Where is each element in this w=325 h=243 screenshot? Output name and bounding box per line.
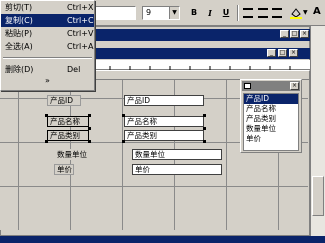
menu-item-label: 剪切(T) (5, 3, 33, 12)
close-button[interactable]: × (290, 82, 299, 90)
font-size-value: 9 (146, 8, 152, 17)
menu-item-label: 粘贴(P) (5, 29, 33, 38)
menu-item-label: 复制(C) (5, 16, 33, 25)
field-quantity-unit[interactable]: 数量单位 (132, 149, 222, 160)
minimize-button[interactable]: _ (267, 49, 276, 57)
field-list-item[interactable]: 单价 (244, 134, 298, 144)
font-size-combo[interactable]: 9 ▼ (142, 6, 180, 20)
menu-item-paste[interactable]: 粘贴(P) Ctrl+V (1, 27, 94, 40)
close-button[interactable]: × (289, 49, 298, 57)
selection-handle[interactable] (122, 114, 125, 117)
field-list-item[interactable]: 产品类别 (244, 114, 298, 124)
font-color-icon[interactable]: A (313, 6, 325, 20)
selection-handle[interactable] (88, 114, 91, 117)
chevron-down-icon[interactable]: ▼ (303, 9, 308, 16)
underline-button[interactable]: U (219, 6, 233, 20)
menu-item-delete[interactable]: 删除(D) Del (1, 63, 94, 76)
field-list-item[interactable]: 产品名称 (244, 104, 298, 114)
selection-handle[interactable] (203, 140, 206, 143)
edit-menu: 剪切(T) Ctrl+X 复制(C) Ctrl+C 粘贴(P) Ctrl+V 全… (0, 0, 95, 91)
field-list-item[interactable]: 产品ID (244, 94, 298, 104)
menu-item-select-all[interactable]: 全选(A) Ctrl+A (1, 40, 94, 53)
toolbar-separator (237, 5, 239, 21)
label-unit-price[interactable]: 单价 (54, 164, 74, 175)
design-window-titlebar: _ □ × (60, 29, 310, 41)
minimize-button[interactable]: _ (280, 30, 289, 38)
menu-item-copy[interactable]: 复制(C) Ctrl+C (1, 14, 94, 27)
menu-separator (3, 57, 92, 59)
selection-handle[interactable] (88, 127, 91, 130)
menu-item-label: 全选(A) (5, 42, 33, 51)
field-unit-price[interactable]: 单价 (132, 164, 222, 175)
form-icon (244, 83, 251, 89)
maximize-button[interactable]: □ (290, 30, 299, 38)
align-center-icon[interactable] (258, 8, 268, 18)
menu-item-shortcut: Ctrl+A (67, 42, 94, 51)
menu-item-shortcut: Ctrl+X (67, 3, 94, 12)
access-form-design-screen: 9 ▼ B I U ▼ A _ □ × _ □ × 产品ID 产品名称 产品类别… (0, 0, 325, 243)
label-product-id[interactable]: 产品ID (47, 95, 81, 106)
menu-item-shortcut: Ctrl+C (67, 16, 94, 25)
close-button[interactable]: × (300, 30, 309, 38)
selection-handle[interactable] (203, 114, 206, 117)
scroll-thumb[interactable] (312, 176, 324, 216)
menu-item-label: 删除(D) (5, 65, 34, 74)
align-left-icon[interactable] (243, 8, 253, 18)
field-product-id[interactable]: 产品ID (124, 95, 204, 106)
selection-handle[interactable] (88, 140, 91, 143)
field-list-item[interactable]: 数量单位 (244, 124, 298, 134)
menu-item-shortcut: Del (67, 65, 81, 74)
selection-handle[interactable] (122, 140, 125, 143)
chevron-down-icon[interactable]: ▼ (169, 7, 179, 19)
menu-item-shortcut: Ctrl+V (67, 29, 94, 38)
field-product-category[interactable]: 产品类别 (124, 130, 204, 141)
menu-expand-button[interactable]: » (1, 76, 94, 86)
label-product-name[interactable]: 产品名称 (47, 116, 89, 127)
vertical-scrollbar[interactable] (310, 26, 325, 236)
fill-color-icon[interactable] (290, 7, 302, 19)
maximize-button[interactable]: □ (278, 49, 287, 57)
italic-button[interactable]: I (203, 6, 217, 20)
align-right-icon[interactable] (272, 8, 282, 18)
label-quantity-unit[interactable]: 数量单位 (54, 149, 98, 160)
field-list: 产品ID 产品名称 产品类别 数量单位 单价 (243, 93, 299, 151)
field-list-window: × 产品ID 产品名称 产品类别 数量单位 单价 (240, 79, 302, 153)
selection-handle[interactable] (45, 140, 48, 143)
selection-handle[interactable] (45, 114, 48, 117)
bottom-strip (0, 236, 325, 243)
form-subwindow-titlebar: _ □ × (60, 48, 310, 59)
menu-item-cut[interactable]: 剪切(T) Ctrl+X (1, 1, 94, 14)
bold-button[interactable]: B (187, 6, 201, 20)
field-list-titlebar: × (242, 81, 300, 91)
selection-handle[interactable] (203, 127, 206, 130)
field-product-name[interactable]: 产品名称 (124, 116, 204, 127)
label-product-category[interactable]: 产品类别 (47, 130, 89, 141)
